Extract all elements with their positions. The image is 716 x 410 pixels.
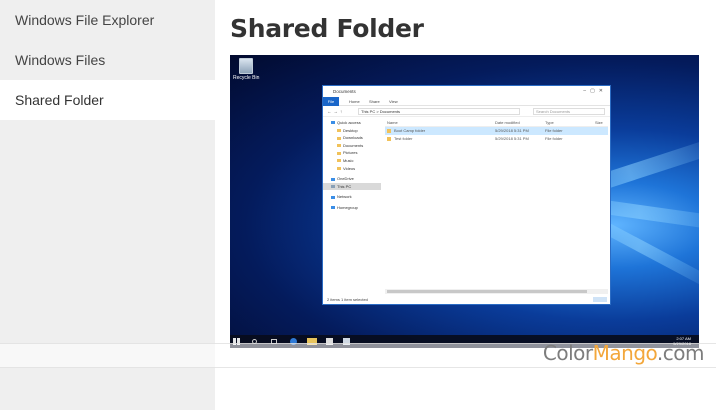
star-icon: [331, 121, 335, 125]
recycle-bin-icon: [239, 58, 253, 74]
file-list-header: Name Date modified Type Size: [385, 119, 608, 127]
nav-item: Documents: [323, 142, 381, 150]
nav-item: Music: [323, 157, 381, 165]
network-icon: [331, 195, 335, 199]
nav-arrows-icon: ←→↑: [327, 109, 345, 114]
explorer-title-bar: Documents –▢✕: [323, 86, 610, 97]
explorer-file-list: Name Date modified Type Size Boot Camp f…: [385, 119, 608, 289]
explorer-window: Documents –▢✕ File Home Share View ←→↑ T…: [322, 85, 611, 305]
explorer-nav-pane: Quick access Desktop Downloads Documents…: [323, 119, 381, 297]
column-type: Type: [545, 120, 554, 125]
ribbon-tab-file: File: [323, 97, 339, 106]
folder-icon: [337, 129, 341, 133]
cloud-icon: [331, 177, 335, 181]
address-bar: This PC > Documents: [358, 108, 520, 115]
window-controls-icon: –▢✕: [583, 88, 607, 94]
nav-item: This PC: [323, 182, 381, 191]
screenshot-image: Recycle Bin Documents –▢✕ File Home Shar…: [230, 55, 699, 348]
ribbon-tab-home: Home: [349, 99, 360, 104]
sidebar-item-shared-folder[interactable]: Shared Folder: [0, 80, 215, 120]
nav-item: Network: [323, 193, 381, 201]
folder-icon: [337, 144, 341, 148]
file-row: Boot Camp folder 5/29/2018 5:31 PM File …: [385, 127, 608, 135]
pc-icon: [331, 185, 335, 189]
nav-item: Homegroup: [323, 204, 381, 212]
page-title: Shared Folder: [230, 14, 424, 43]
folder-icon: [387, 129, 391, 133]
folder-icon: [337, 151, 341, 155]
sidebar-item-windows-file-explorer[interactable]: Windows File Explorer: [0, 0, 215, 40]
file-row: Test folder 5/29/2018 5:31 PM File folde…: [385, 135, 608, 143]
nav-item: Pictures: [323, 149, 381, 157]
folder-icon: [387, 137, 391, 141]
column-date: Date modified: [495, 120, 520, 125]
watermark-logo: ColorMango.com: [542, 341, 705, 365]
explorer-address-row: ←→↑ This PC > Documents Search Documents: [323, 106, 610, 117]
folder-icon: [337, 167, 341, 170]
recycle-bin-label: Recycle Bin: [233, 75, 260, 81]
recycle-bin-desktop-icon: Recycle Bin: [233, 58, 259, 81]
explorer-search: Search Documents: [533, 108, 605, 115]
view-toggle-icon: [593, 297, 607, 302]
sidebar-item-windows-files[interactable]: Windows Files: [0, 40, 215, 80]
folder-icon: [337, 136, 341, 140]
column-size: Size: [595, 120, 603, 125]
explorer-title: Documents: [333, 89, 356, 94]
explorer-status-bar: 2 items 1 item selected: [323, 295, 610, 304]
horizontal-scrollbar: [385, 289, 608, 294]
nav-item: Desktop: [323, 127, 381, 135]
nav-item: OneDrive: [323, 175, 381, 183]
ribbon-tab-view: View: [389, 99, 398, 104]
explorer-ribbon: File Home Share View: [323, 97, 610, 106]
folder-icon: [337, 159, 341, 163]
column-name: Name: [387, 120, 398, 125]
ribbon-tab-share: Share: [369, 99, 380, 104]
nav-item: Quick access: [323, 119, 381, 127]
homegroup-icon: [331, 206, 335, 210]
nav-item: Downloads: [323, 134, 381, 142]
nav-item: Videos: [323, 165, 381, 173]
